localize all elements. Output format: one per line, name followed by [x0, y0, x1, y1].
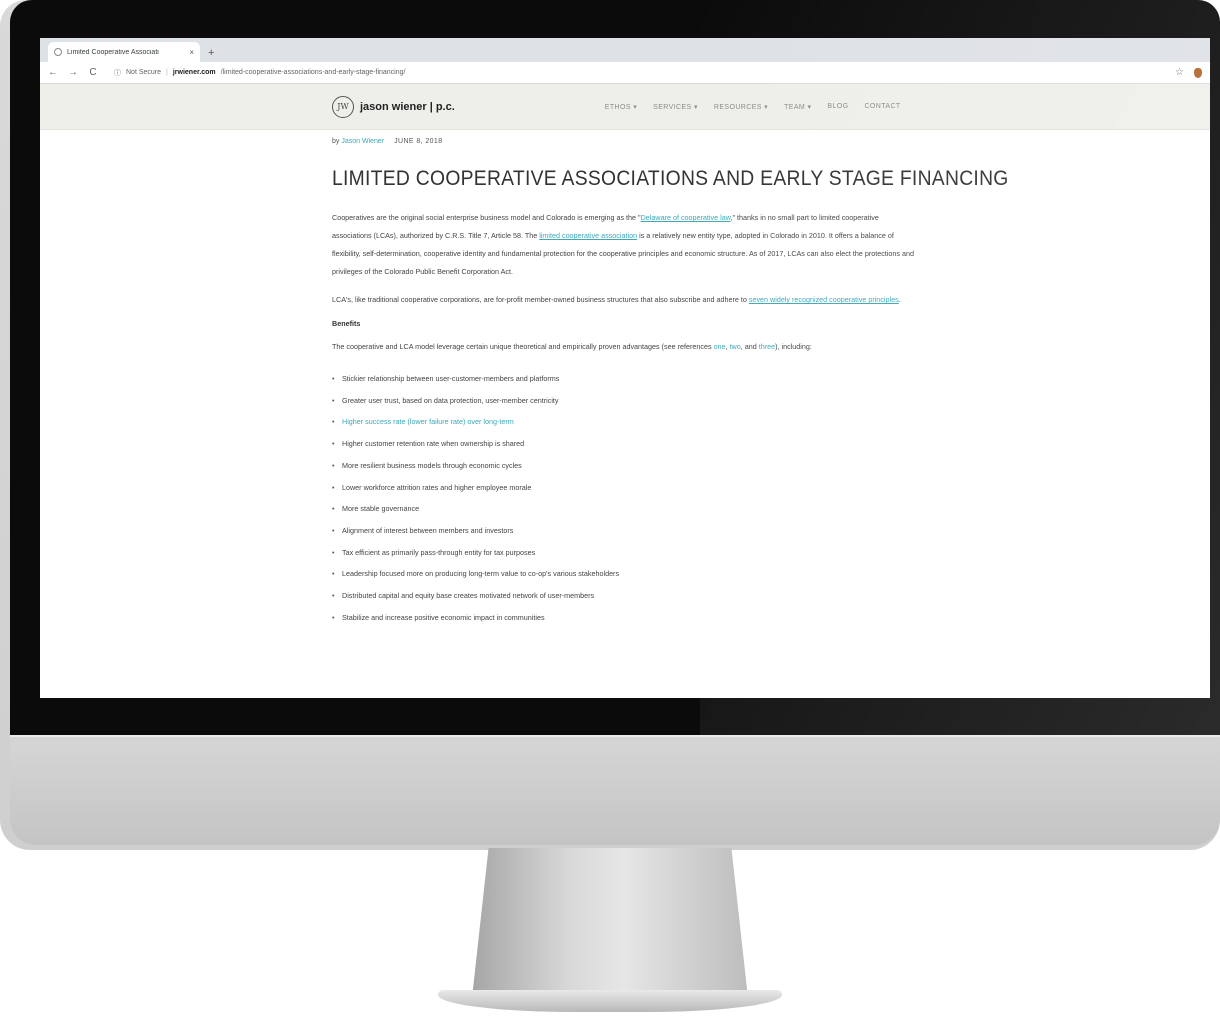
url-path: /limited-cooperative-associations-and-ea… — [220, 69, 406, 76]
principles-link[interactable]: seven widely recognized cooperative prin… — [749, 295, 899, 304]
benefits-list: Stickier relationship between user-custo… — [332, 368, 916, 628]
site-logo[interactable]: JW jason wiener | p.c. — [332, 95, 455, 118]
text-run: , and — [740, 342, 759, 351]
benefits-intro-paragraph: The cooperative and LCA model leverage c… — [332, 338, 916, 356]
list-item: Higher customer retention rate when owne… — [332, 433, 916, 455]
text-run: . — [898, 295, 901, 304]
list-item: More stable governance — [332, 498, 916, 520]
close-icon[interactable]: × — [189, 48, 194, 57]
monitor-chin — [10, 735, 1220, 845]
back-icon[interactable]: ← — [48, 67, 58, 78]
delaware-link[interactable]: Delaware of cooperative law — [641, 213, 731, 222]
article: by Jason Wiener JUNE 8, 2018 LIMITED COO… — [40, 138, 1009, 628]
text-run: The cooperative and LCA model leverage c… — [332, 342, 714, 351]
site-nav: ETHOS ▾ SERVICES ▾ RESOURCES ▾ TEAM ▾ BL… — [605, 103, 901, 111]
nav-item-services[interactable]: SERVICES ▾ — [653, 103, 698, 111]
list-item: Stabilize and increase positive economic… — [332, 607, 916, 629]
browser-toolbar: ← → C ⓘ Not Secure | jrwiener.com/limite… — [40, 62, 1210, 84]
list-item: Alignment of interest between members an… — [332, 520, 916, 542]
browser-tabstrip: Limited Cooperative Associati × + — [40, 38, 1210, 62]
list-item: Distributed capital and equity base crea… — [332, 585, 916, 607]
reference-three-link[interactable]: three — [759, 342, 775, 351]
forward-icon[interactable]: → — [68, 67, 78, 78]
byline-prefix: by — [332, 138, 340, 145]
security-label: Not Secure — [126, 69, 162, 76]
text-run: Cooperatives are the original social ent… — [332, 213, 641, 222]
nav-item-resources[interactable]: RESOURCES ▾ — [714, 103, 768, 111]
list-item: Leadership focused more on producing lon… — [332, 563, 916, 585]
url-domain: jrwiener.com — [172, 69, 216, 76]
url-separator: | — [166, 69, 168, 76]
info-icon[interactable]: ⓘ — [114, 68, 121, 78]
monitor-stand-neck — [472, 848, 748, 998]
reload-icon[interactable]: C — [88, 67, 98, 78]
reference-one-link[interactable]: one — [714, 342, 726, 351]
intro-paragraph: Cooperatives are the original social ent… — [332, 209, 916, 281]
lca-link[interactable]: limited cooperative association — [539, 231, 637, 240]
list-item: More resilient business models through e… — [332, 455, 916, 477]
logo-text: jason wiener | p.c. — [360, 100, 455, 113]
principles-paragraph: LCA's, like traditional cooperative corp… — [332, 291, 916, 309]
monitor-screen: Limited Cooperative Associati × + ← → C … — [40, 38, 1210, 698]
benefits-heading: Benefits — [332, 319, 361, 328]
monitor-stand-base — [438, 990, 782, 1012]
address-bar[interactable]: ⓘ Not Secure | jrwiener.com/limited-coop… — [108, 65, 1165, 81]
browser-tab[interactable]: Limited Cooperative Associati × — [48, 42, 200, 62]
nav-item-ethos[interactable]: ETHOS ▾ — [605, 103, 637, 111]
list-item: Greater user trust, based on data protec… — [332, 390, 916, 412]
list-item: Tax efficient as primarily pass-through … — [332, 542, 916, 564]
nav-item-contact[interactable]: CONTACT — [864, 103, 900, 111]
text-run: LCA's, like traditional cooperative corp… — [332, 295, 749, 304]
nav-item-team[interactable]: TEAM ▾ — [784, 103, 811, 111]
list-item: Stickier relationship between user-custo… — [332, 368, 916, 390]
text-run: ), including: — [775, 342, 812, 351]
nav-item-blog[interactable]: BLOG — [827, 103, 848, 111]
list-item: Lower workforce attrition rates and high… — [332, 477, 916, 499]
page-favicon-icon — [54, 48, 62, 56]
star-icon[interactable]: ☆ — [1175, 67, 1184, 78]
list-item-link[interactable]: Higher success rate (lower failure rate)… — [332, 411, 916, 433]
post-date: JUNE 8, 2018 — [394, 138, 443, 145]
site-header: JW jason wiener | p.c. ETHOS ▾ SERVICES … — [40, 84, 1210, 130]
reference-two-link[interactable]: two — [730, 342, 741, 351]
extension-icon[interactable] — [1194, 67, 1202, 78]
tab-title: Limited Cooperative Associati — [67, 48, 159, 56]
author-link[interactable]: Jason Wiener — [341, 138, 384, 145]
new-tab-button[interactable]: + — [208, 47, 214, 59]
logo-mark: JW — [332, 95, 354, 118]
page-title: LIMITED COOPERATIVE ASSOCIATIONS AND EAR… — [332, 167, 1009, 190]
byline: by Jason Wiener JUNE 8, 2018 — [332, 138, 940, 145]
